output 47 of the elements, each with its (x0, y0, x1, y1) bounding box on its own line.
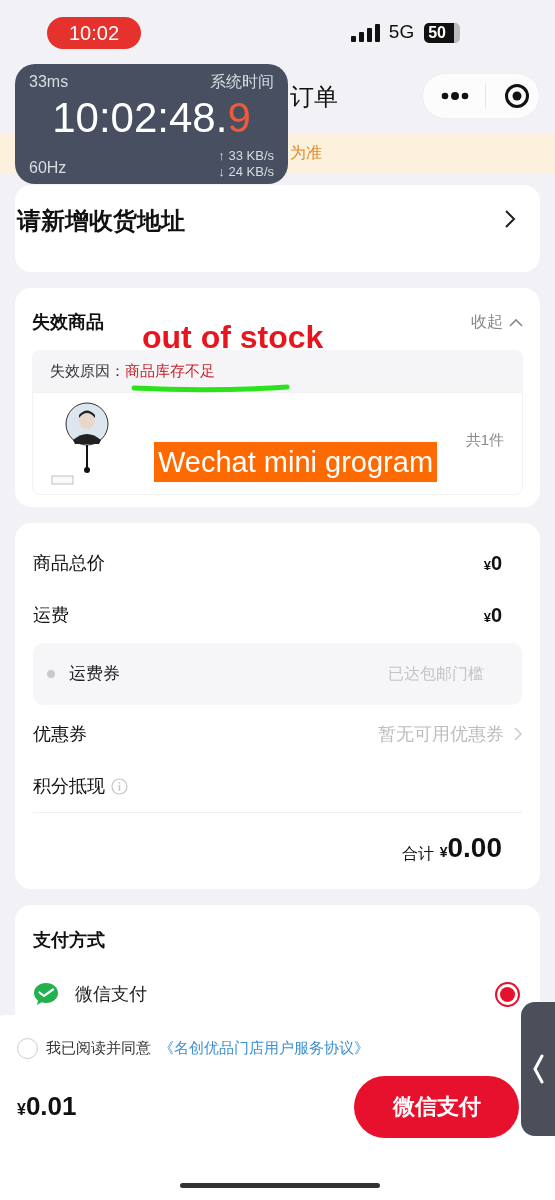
download-speed: ↓ 24 KB/s (218, 164, 274, 180)
row-value: 暂无可用优惠券 (378, 722, 504, 746)
clock-text: 10:02:48.9 (51, 96, 252, 140)
radio-button[interactable] (495, 981, 520, 1007)
chevron-left-icon[interactable] (532, 1054, 544, 1084)
payment-option[interactable]: 微信支付 (33, 976, 522, 1012)
wechat-pay-icon (33, 982, 59, 1006)
network-label: 5G (388, 20, 415, 45)
chevron-right-icon[interactable] (504, 209, 516, 229)
refresh-rate-text: 60Hz (29, 158, 67, 178)
agreement-link[interactable]: 《名创优品门店用户服务协议》 (159, 1037, 369, 1060)
row-value: ¥0 (483, 551, 502, 576)
more-icon[interactable] (441, 92, 469, 100)
annotation-caption: out of stock (142, 318, 324, 356)
latency-text: 33ms (29, 72, 69, 92)
row-label: 优惠券 (33, 722, 87, 746)
address-card[interactable]: 请新增收货地址 (15, 185, 540, 272)
total-label: 合计 (401, 844, 434, 864)
total-price: ¥0.01 (17, 1090, 77, 1123)
notice-text: 为准 (290, 143, 322, 163)
section-title: 失效商品 (32, 310, 104, 334)
side-handle[interactable] (521, 1002, 555, 1136)
status-time: 10:02 (47, 16, 141, 49)
row-label: 商品总价 (33, 551, 105, 575)
upload-speed: ↑ 33 KB/s (218, 148, 274, 164)
item-count: 共1件 (465, 430, 504, 451)
agreement-text: 我已阅读并同意 (46, 1038, 151, 1058)
section-title: 支付方式 (33, 929, 106, 952)
reason-label: 失效原因： (50, 360, 125, 381)
row-label: 运费券 (69, 663, 120, 686)
page-title: 订单 (290, 82, 338, 112)
total-amount: ¥0.00 (439, 831, 502, 865)
close-icon[interactable] (504, 83, 530, 109)
pay-button[interactable]: 微信支付 (354, 1075, 519, 1138)
battery-indicator: 50 (424, 22, 460, 43)
payment-name: 微信支付 (75, 982, 147, 1006)
collapse-toggle[interactable]: 收起 (471, 310, 523, 334)
row-value: ¥0 (483, 603, 502, 628)
coupon-link-row[interactable]: 优惠券 暂无可用优惠券 (33, 707, 522, 761)
chevron-up-icon[interactable] (509, 317, 523, 327)
reason-text: 商品库存不足 (125, 360, 215, 381)
row-label: 运费 (33, 603, 69, 627)
row-label: 积分抵现 (33, 775, 105, 798)
annotation-tag: Wechat mini grogram (154, 442, 438, 482)
address-prompt: 请新增收货地址 (17, 206, 185, 236)
signal-icon (350, 23, 381, 42)
mode-text: 系统时间 (210, 72, 274, 92)
